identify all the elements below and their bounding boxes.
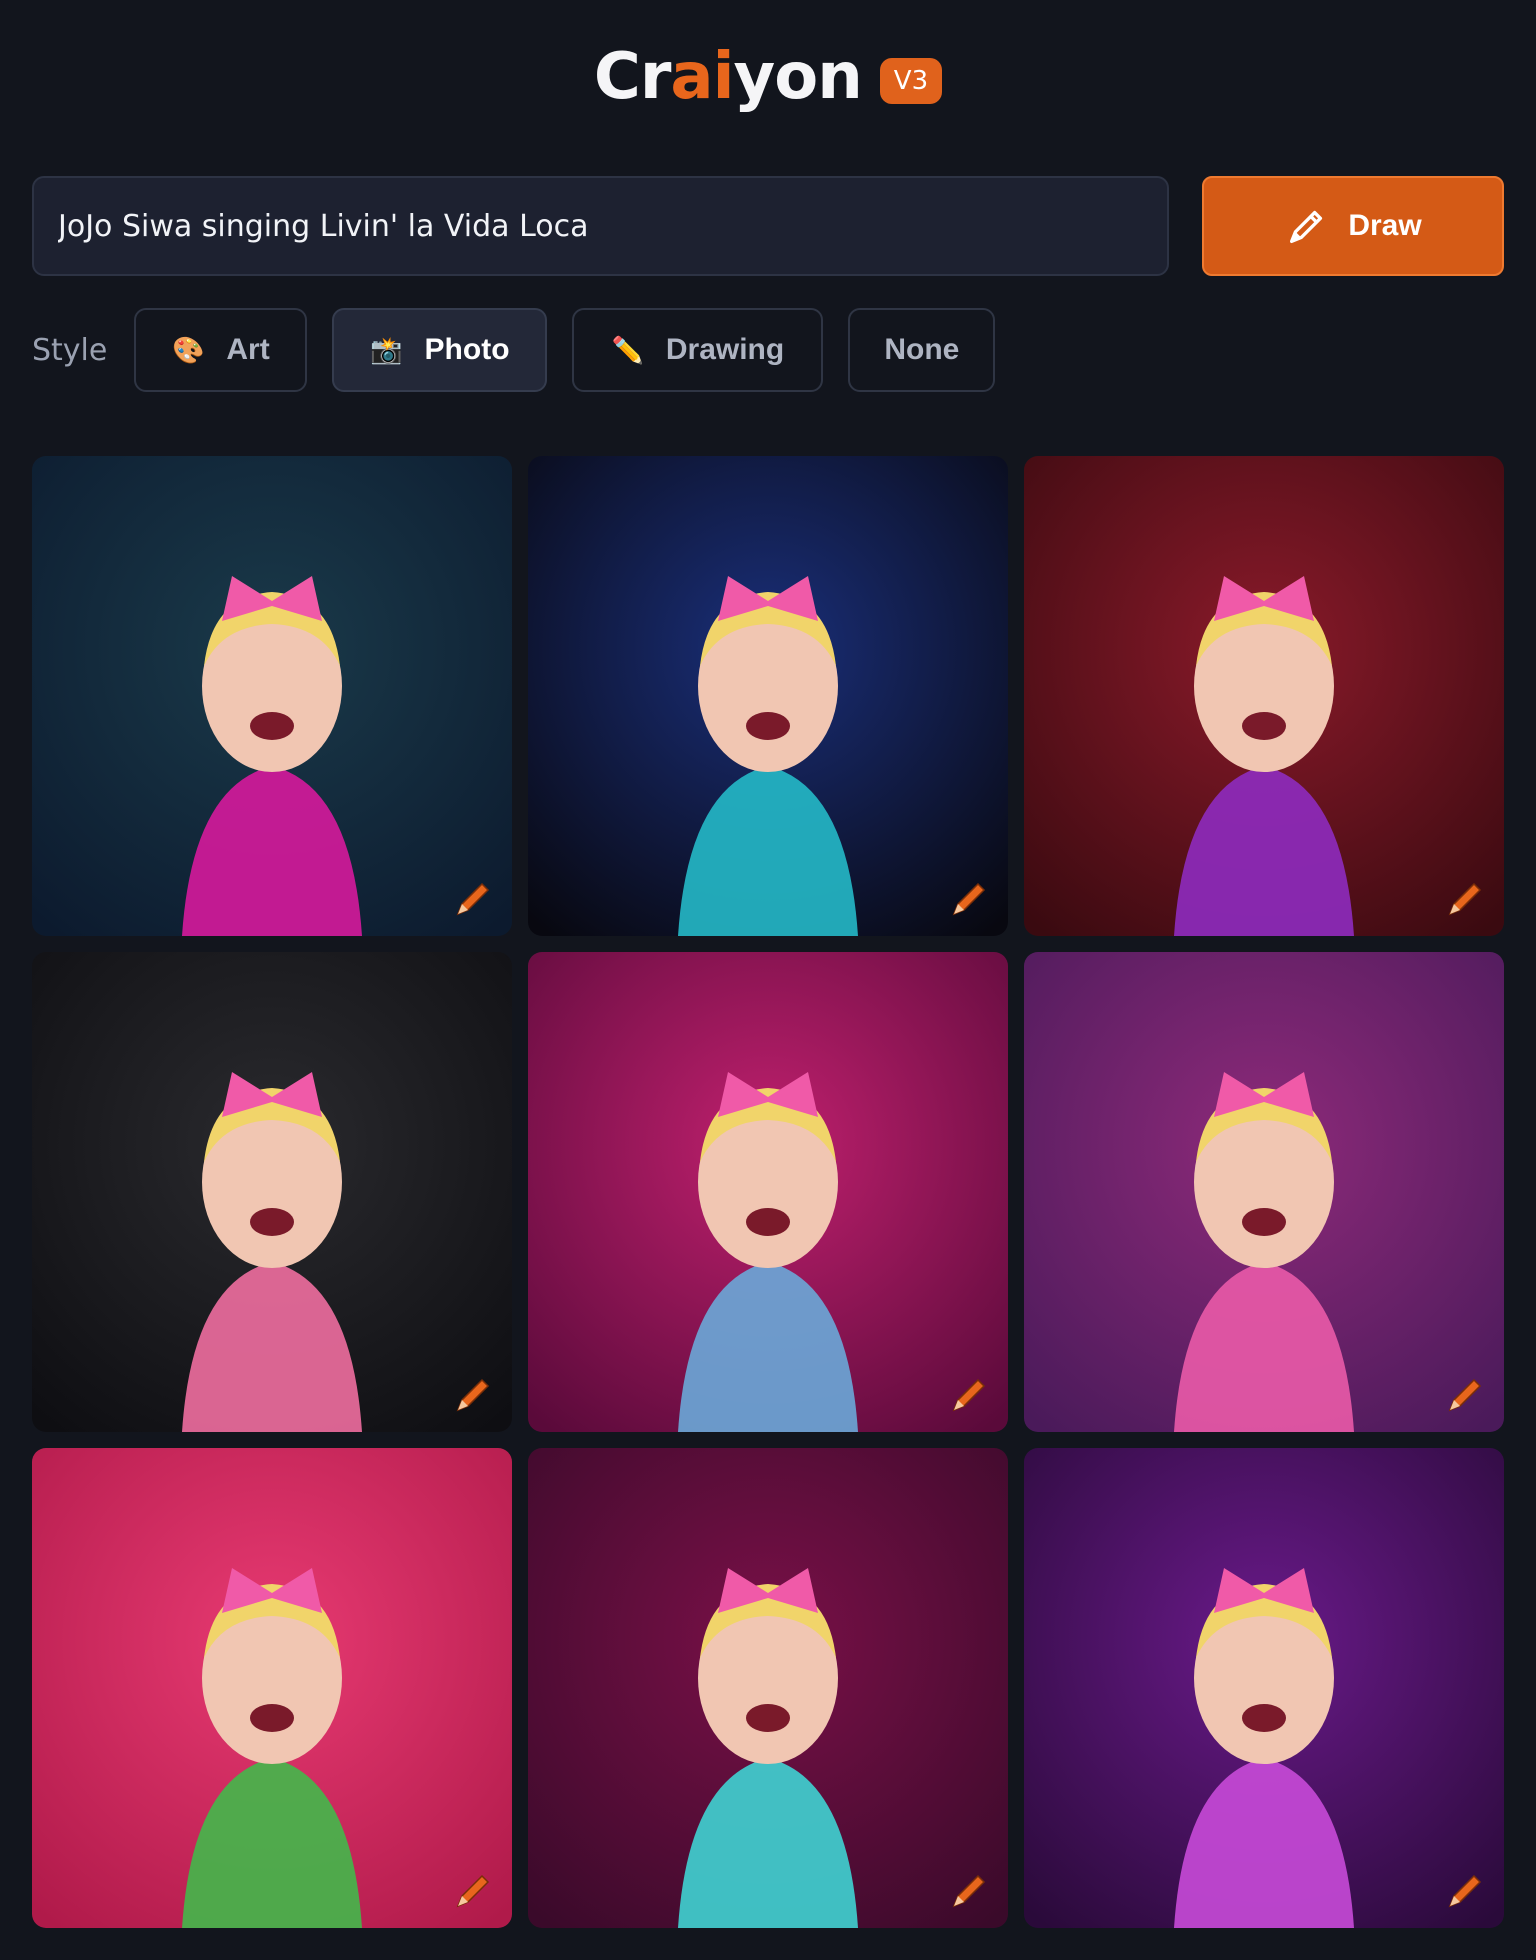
generated-image: [32, 952, 512, 1432]
generated-image: [32, 1448, 512, 1928]
style-option-none[interactable]: None: [848, 308, 996, 392]
result-image-6[interactable]: [1024, 952, 1504, 1432]
style-option-art[interactable]: 🎨 Art: [134, 308, 308, 392]
style-option-photo[interactable]: 📸 Photo: [332, 308, 548, 392]
generated-image: [1024, 456, 1504, 936]
app-header: Cr ai yon V3: [0, 40, 1536, 114]
version-badge: V3: [879, 58, 943, 104]
edit-pencil-icon[interactable]: [946, 874, 994, 922]
camera-icon: 📸: [370, 334, 403, 365]
logo-text-yon: yon: [733, 40, 863, 114]
generated-image: [32, 456, 512, 936]
style-option-label: None: [884, 333, 960, 366]
generated-image: [528, 952, 1008, 1432]
result-image-8[interactable]: [528, 1448, 1008, 1928]
edit-pencil-icon[interactable]: [946, 1866, 994, 1914]
pencil-icon: [1290, 210, 1323, 244]
style-option-label: Photo: [424, 333, 510, 366]
result-image-3[interactable]: [1024, 456, 1504, 936]
style-selector: Style 🎨 Art 📸 Photo ✏️ Drawing None: [32, 308, 996, 392]
result-image-2[interactable]: [528, 456, 1008, 936]
logo-text-cr: Cr: [593, 40, 672, 114]
edit-pencil-icon[interactable]: [450, 874, 498, 922]
result-image-4[interactable]: [32, 952, 512, 1432]
generated-image: [1024, 952, 1504, 1432]
style-label: Style: [32, 332, 108, 368]
edit-pencil-icon[interactable]: [1442, 1866, 1490, 1914]
pencil-icon: ✏️: [611, 334, 644, 365]
style-option-label: Drawing: [665, 333, 785, 366]
results-grid: [32, 456, 1504, 1928]
result-image-5[interactable]: [528, 952, 1008, 1432]
result-image-7[interactable]: [32, 1448, 512, 1928]
generated-image: [528, 456, 1008, 936]
logo-text-ai: ai: [670, 40, 734, 114]
prompt-input[interactable]: [32, 176, 1169, 276]
edit-pencil-icon[interactable]: [1442, 1370, 1490, 1418]
style-option-label: Art: [226, 333, 270, 366]
edit-pencil-icon[interactable]: [450, 1866, 498, 1914]
edit-pencil-icon[interactable]: [946, 1370, 994, 1418]
prompt-row: Draw: [32, 176, 1504, 276]
edit-pencil-icon[interactable]: [450, 1370, 498, 1418]
style-option-drawing[interactable]: ✏️ Drawing: [572, 308, 824, 392]
generated-image: [528, 1448, 1008, 1928]
edit-pencil-icon[interactable]: [1442, 874, 1490, 922]
palette-icon: 🎨: [172, 334, 205, 365]
result-image-9[interactable]: [1024, 1448, 1504, 1928]
result-image-1[interactable]: [32, 456, 512, 936]
generated-image: [1024, 1448, 1504, 1928]
draw-button-label: Draw: [1348, 209, 1422, 242]
craiyon-logo[interactable]: Cr ai yon: [593, 40, 863, 114]
draw-button[interactable]: Draw: [1202, 176, 1504, 276]
